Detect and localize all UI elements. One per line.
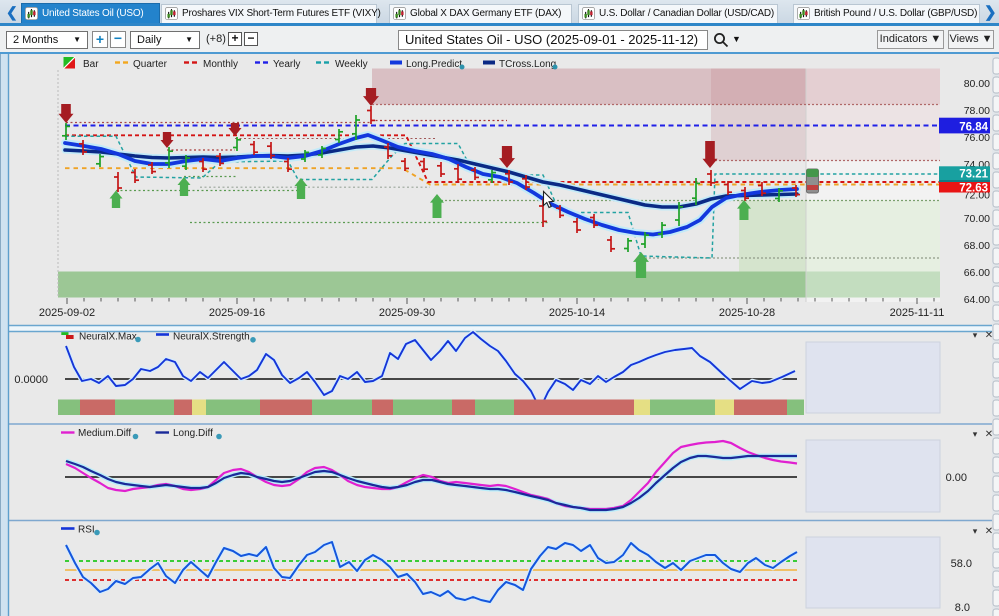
svg-text:2025-11-11: 2025-11-11 xyxy=(890,307,945,319)
svg-text:2025-10-28: 2025-10-28 xyxy=(719,307,775,319)
svg-text:66.00: 66.00 xyxy=(964,267,990,279)
svg-text:68.00: 68.00 xyxy=(964,240,990,252)
svg-text:Weekly: Weekly xyxy=(335,59,368,70)
svg-text:Medium.Diff: Medium.Diff xyxy=(78,428,131,439)
svg-text:Quarter: Quarter xyxy=(133,59,168,70)
svg-text:73.21: 73.21 xyxy=(959,169,988,181)
svg-text:78.00: 78.00 xyxy=(964,105,990,117)
svg-text:70.00: 70.00 xyxy=(964,213,990,225)
svg-text:Long.Diff: Long.Diff xyxy=(173,428,213,439)
svg-text:▾: ▾ xyxy=(973,526,978,536)
svg-text:TCross.Long: TCross.Long xyxy=(499,59,556,70)
svg-text:80.00: 80.00 xyxy=(964,78,990,90)
svg-text:2025-09-16: 2025-09-16 xyxy=(209,307,265,319)
svg-text:8.0: 8.0 xyxy=(955,602,970,614)
svg-text:✕: ✕ xyxy=(985,526,993,537)
svg-text:Bar: Bar xyxy=(83,59,99,70)
svg-text:2025-09-02: 2025-09-02 xyxy=(39,307,95,319)
svg-text:Yearly: Yearly xyxy=(273,59,300,70)
svg-text:58.0: 58.0 xyxy=(951,558,972,570)
svg-text:64.00: 64.00 xyxy=(964,294,990,306)
svg-text:✕: ✕ xyxy=(985,330,993,341)
svg-text:▾: ▾ xyxy=(973,429,978,439)
svg-text:2025-10-14: 2025-10-14 xyxy=(549,307,605,319)
svg-text:▾: ▾ xyxy=(973,330,978,340)
svg-text:✕: ✕ xyxy=(985,429,993,440)
svg-text:Long.Predict: Long.Predict xyxy=(406,59,462,70)
svg-text:72.63: 72.63 xyxy=(959,182,988,194)
svg-text:76.84: 76.84 xyxy=(959,121,988,133)
svg-text:2025-09-30: 2025-09-30 xyxy=(379,307,435,319)
svg-text:Monthly: Monthly xyxy=(203,59,238,70)
svg-text:RSI: RSI xyxy=(78,524,95,535)
svg-text:NeuralX.Max: NeuralX.Max xyxy=(79,331,137,342)
svg-text:76.00: 76.00 xyxy=(964,132,990,144)
svg-text:0.0000: 0.0000 xyxy=(14,374,48,386)
svg-text:NeuralX.Strength: NeuralX.Strength xyxy=(173,331,250,342)
svg-text:0.00: 0.00 xyxy=(946,472,967,484)
